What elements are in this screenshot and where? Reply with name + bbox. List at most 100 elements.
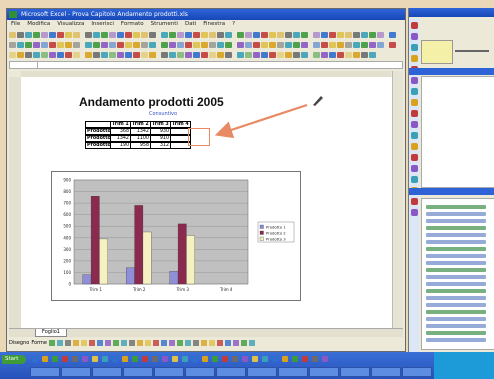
toolbar-button-icon[interactable] <box>57 51 64 58</box>
toolbar-button-icon[interactable] <box>313 31 320 38</box>
menu-inserisci[interactable]: Inserisci <box>91 20 114 29</box>
draw-tool-icon[interactable] <box>177 339 183 346</box>
toolbar-button-icon[interactable] <box>65 51 72 58</box>
quick-launch-icon[interactable] <box>322 356 328 362</box>
toolbar-button-icon[interactable] <box>225 31 232 38</box>
toolbar-button-icon[interactable] <box>193 41 200 48</box>
toolbar-button-icon[interactable] <box>345 31 352 38</box>
toolbar-button-icon[interactable] <box>301 51 308 58</box>
toolbar-button-icon[interactable] <box>49 51 56 58</box>
toolbar-button-icon[interactable] <box>345 51 352 58</box>
side-tool-icon[interactable] <box>410 165 418 172</box>
toolbar-button-icon[interactable] <box>93 41 100 48</box>
draw-tool-icon[interactable] <box>209 339 215 346</box>
quick-launch-icon[interactable] <box>92 356 98 362</box>
toolbar-button-icon[interactable] <box>377 41 384 48</box>
side-tool-icon[interactable] <box>410 33 418 40</box>
draw-tool-icon[interactable] <box>249 339 255 346</box>
draw-tool-icon[interactable] <box>161 339 167 346</box>
quick-launch-icon[interactable] <box>82 356 88 362</box>
quick-launch-icon[interactable] <box>262 356 268 362</box>
toolbar-button-icon[interactable] <box>369 31 376 38</box>
toolbar-button-icon[interactable] <box>201 31 208 38</box>
chart-object[interactable]: 0 100 200 300 400 500 600 700 800 900 Trim 1 Trim 2… <box>51 171 301 301</box>
toolbar-button-icon[interactable] <box>209 51 216 58</box>
toolbar-button-icon[interactable] <box>209 31 216 38</box>
toolbar-button-icon[interactable] <box>185 41 192 48</box>
quick-launch-icon[interactable] <box>202 356 208 362</box>
quick-launch-icon[interactable] <box>182 356 188 362</box>
toolbar-button-icon[interactable] <box>101 41 108 48</box>
draw-tool-icon[interactable] <box>137 339 143 346</box>
toolbar-button-icon[interactable] <box>269 51 276 58</box>
quick-launch-icon[interactable] <box>132 356 138 362</box>
draw-tool-icon[interactable] <box>81 339 87 346</box>
toolbar-button-icon[interactable] <box>141 51 148 58</box>
menu-visualizza[interactable]: Visualizza <box>57 20 84 29</box>
toolbar-button-icon[interactable] <box>293 31 300 38</box>
quick-launch-icon[interactable] <box>232 356 238 362</box>
toolbar-button-icon[interactable] <box>41 51 48 58</box>
toolbar-button-icon[interactable] <box>161 41 168 48</box>
list-item[interactable] <box>426 310 486 314</box>
toolbar-button-icon[interactable] <box>73 41 80 48</box>
quick-launch-icon[interactable] <box>172 356 178 362</box>
taskbar-app-button[interactable] <box>154 367 184 377</box>
menu-dati[interactable]: Dati <box>185 20 196 29</box>
toolbar-button-icon[interactable] <box>253 31 260 38</box>
start-button[interactable]: Start <box>2 355 26 364</box>
taskbar-app-button[interactable] <box>216 367 246 377</box>
toolbar-button-icon[interactable] <box>149 41 156 48</box>
toolbar-button-icon[interactable] <box>57 31 64 38</box>
menu-file[interactable]: File <box>11 20 20 29</box>
toolbar-button-icon[interactable] <box>285 51 292 58</box>
draw-tool-icon[interactable] <box>153 339 159 346</box>
toolbar-button-icon[interactable] <box>337 31 344 38</box>
toolbar-button-icon[interactable] <box>33 41 40 48</box>
draw-tool-icon[interactable] <box>185 339 191 346</box>
toolbar-button-icon[interactable] <box>329 31 336 38</box>
list-item[interactable] <box>426 275 486 279</box>
toolbar-button-icon[interactable] <box>65 41 72 48</box>
list-item[interactable] <box>426 261 486 265</box>
toolbar-button-icon[interactable] <box>125 31 132 38</box>
side-tool-icon[interactable] <box>410 198 418 205</box>
toolbar-button-icon[interactable] <box>169 51 176 58</box>
toolbar-button-icon[interactable] <box>25 51 32 58</box>
toolbar-button-icon[interactable] <box>109 31 116 38</box>
quick-launch-icon[interactable] <box>112 356 118 362</box>
draw-tool-icon[interactable] <box>73 339 79 346</box>
draw-tool-icon[interactable] <box>241 339 247 346</box>
toolbar-button-icon[interactable] <box>133 41 140 48</box>
quick-launch-icon[interactable] <box>62 356 68 362</box>
toolbar-button-icon[interactable] <box>49 41 56 48</box>
toolbar-button-icon[interactable] <box>237 31 244 38</box>
toolbar-button-icon[interactable] <box>321 51 328 58</box>
taskbar-app-button[interactable] <box>340 367 370 377</box>
quick-launch-icon[interactable] <box>252 356 258 362</box>
side-tool-icon[interactable] <box>410 44 418 51</box>
taskbar-app-button[interactable] <box>247 367 277 377</box>
toolbar-button-icon[interactable] <box>149 31 156 38</box>
toolbar-button-icon[interactable] <box>9 41 16 48</box>
toolbar-button-icon[interactable] <box>41 41 48 48</box>
taskbar-app-button[interactable] <box>61 367 91 377</box>
list-item[interactable] <box>426 338 486 342</box>
list-item[interactable] <box>426 289 486 293</box>
toolbar-button-icon[interactable] <box>93 51 100 58</box>
toolbar-button-icon[interactable] <box>85 41 92 48</box>
window-titlebar[interactable]: Microsoft Excel - Prova Capitolo Andamen… <box>7 9 405 20</box>
toolbar-button-icon[interactable] <box>237 51 244 58</box>
quick-launch-icon[interactable] <box>242 356 248 362</box>
list-item[interactable] <box>426 212 486 216</box>
menu-finestra[interactable]: Finestra <box>203 20 225 29</box>
worksheet-area[interactable]: Andamento prodotti 2005 Consuntivo Trim … <box>21 77 393 331</box>
quick-launch-icon[interactable] <box>292 356 298 362</box>
toolbar-button-icon[interactable] <box>17 51 24 58</box>
toolbar-button-icon[interactable] <box>285 31 292 38</box>
list-item[interactable] <box>426 268 486 272</box>
menu-strumenti[interactable]: Strumenti <box>151 20 178 29</box>
toolbar-button-icon[interactable] <box>177 31 184 38</box>
side-tool-icon[interactable] <box>410 88 418 95</box>
draw-tool-icon[interactable] <box>97 339 103 346</box>
